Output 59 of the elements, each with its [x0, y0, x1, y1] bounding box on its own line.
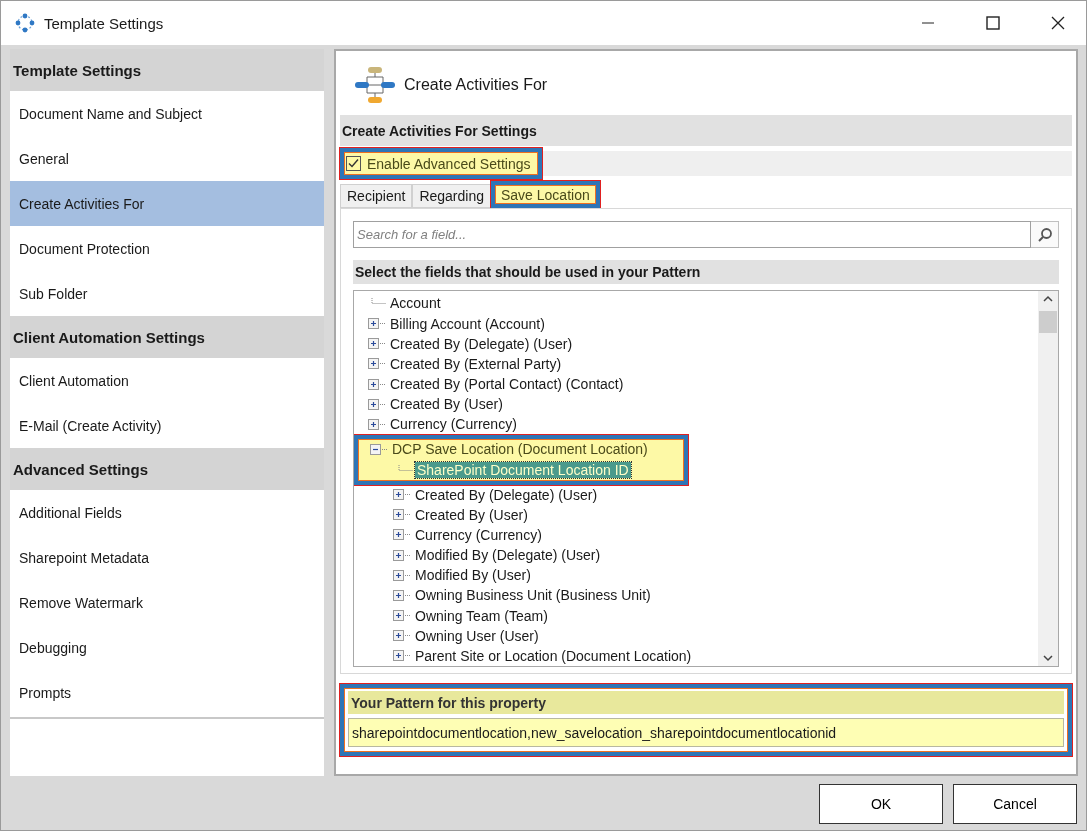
expand-icon[interactable]	[368, 418, 386, 430]
sidebar-item[interactable]: Create Activities For	[10, 181, 324, 226]
settings-header: Create Activities For Settings	[340, 115, 1072, 146]
tree-item[interactable]: Created By (User)	[413, 506, 530, 523]
expand-icon[interactable]	[393, 630, 411, 642]
tree-item[interactable]: Owning Business Unit (Business Unit)	[413, 587, 653, 604]
pattern-label: Your Pattern for this property	[348, 691, 1064, 714]
tab[interactable]: Recipient	[340, 184, 413, 208]
pattern-field[interactable]: sharepointdocumentlocation,new_savelocation_sharepointdocumentlocationid	[348, 718, 1064, 747]
fields-header: Select the fields that should be used in your Pattern	[353, 260, 1059, 285]
workflow-icon	[354, 66, 396, 104]
close-icon	[1051, 16, 1065, 30]
scroll-thumb[interactable]	[1039, 311, 1057, 334]
tree-item[interactable]: DCP Save Location (Document Location)	[390, 441, 650, 457]
expand-icon[interactable]	[393, 569, 411, 581]
expand-icon[interactable]	[393, 509, 411, 521]
checkbox[interactable]	[346, 156, 361, 171]
tree-item[interactable]: Created By (Delegate) (User)	[388, 335, 575, 352]
sidebar-section-header: Client Automation Settings	[10, 316, 324, 358]
tree-item[interactable]: Created By (User)	[388, 396, 505, 413]
expand-icon[interactable]	[368, 358, 386, 370]
tree-item[interactable]: Owning Team (Team)	[413, 607, 550, 624]
expand-icon[interactable]	[368, 338, 386, 350]
expand-icon[interactable]	[368, 398, 386, 410]
sidebar-section-header: Advanced Settings	[10, 448, 324, 490]
maximize-icon	[986, 16, 1000, 30]
tree-item[interactable]: Parent Site or Location (Document Location)	[413, 647, 694, 664]
expand-icon[interactable]	[393, 610, 411, 622]
search-field[interactable]: Search for a field...	[353, 221, 1031, 249]
ok-button[interactable]: OK	[819, 784, 943, 824]
expand-icon[interactable]	[393, 489, 411, 501]
sidebar-section-header: Template Settings	[10, 49, 324, 91]
tree-item[interactable]: Modified By (Delegate) (User)	[413, 547, 603, 564]
tree-item[interactable]: Billing Account (Account)	[388, 315, 547, 332]
window-title: Template Settings	[44, 14, 165, 32]
collapse-icon[interactable]	[370, 443, 388, 455]
panel-title: Create Activities For	[404, 76, 548, 94]
expand-icon[interactable]	[393, 529, 411, 541]
expand-icon[interactable]	[368, 318, 386, 330]
scrollbar[interactable]	[1038, 291, 1058, 666]
tab[interactable]: Save Location	[491, 181, 600, 208]
search-icon	[1036, 226, 1053, 243]
expand-icon[interactable]	[393, 589, 411, 601]
tab[interactable]: Regarding	[412, 184, 491, 208]
expand-icon[interactable]	[393, 650, 411, 662]
tree-item[interactable]: Modified By (User)	[413, 567, 533, 584]
checkbox-label[interactable]: Enable Advanced Settings	[367, 155, 531, 172]
tree-item[interactable]: Created By (Delegate) (User)	[413, 486, 600, 503]
tree-item[interactable]: Currency (Currency)	[388, 416, 519, 433]
app-logo-icon	[15, 13, 35, 33]
expand-icon[interactable]	[393, 549, 411, 561]
expand-icon[interactable]	[368, 378, 386, 390]
search-button[interactable]	[1031, 221, 1059, 249]
tree-item[interactable]: Created By (External Party)	[388, 355, 564, 372]
cancel-button[interactable]: Cancel	[953, 784, 1077, 824]
tree-item[interactable]: Currency (Currency)	[413, 526, 544, 543]
tree-item[interactable]: Account	[388, 295, 443, 312]
tree-item[interactable]: Created By (Portal Contact) (Contact)	[388, 376, 626, 393]
tree-item[interactable]: Owning User (User)	[413, 627, 541, 644]
